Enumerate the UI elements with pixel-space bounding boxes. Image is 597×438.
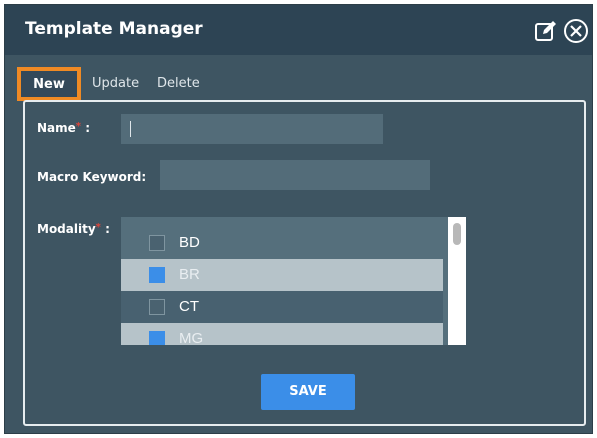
checkbox[interactable] [149,267,165,283]
window-title: Template Manager [25,19,203,39]
modality-label-text: Modality [37,222,96,236]
name-label-text: Name [37,121,76,135]
modality-option-ct[interactable]: CT [121,291,443,323]
text-caret [130,121,131,137]
modality-label: Modality* : [37,222,110,236]
option-label: BD [179,234,200,251]
modality-option-mg[interactable]: MG [121,323,443,345]
scrollbar-thumb[interactable] [453,223,461,245]
listbox-scrollbar[interactable] [448,217,466,345]
close-icon[interactable] [563,18,589,44]
tab-update[interactable]: Update [92,67,139,101]
name-colon: : [85,121,91,135]
titlebar: Template Manager [5,5,592,55]
modality-colon: : [105,222,110,236]
edit-icon[interactable] [533,18,559,44]
name-field[interactable] [121,114,383,144]
save-button[interactable]: SAVE [261,374,355,410]
name-label: Name* : [37,121,90,135]
macro-keyword-field[interactable] [160,160,430,190]
option-label: MG [179,330,204,345]
required-marker: * [95,222,101,233]
required-marker: * [75,121,82,132]
checkbox[interactable] [149,331,165,345]
tab-delete[interactable]: Delete [157,67,200,101]
modality-option-bd[interactable]: BD [121,227,443,259]
form-panel: Name* : Macro Keyword: Modality* : BD BR [23,100,586,426]
option-label: BR [179,266,200,283]
option-label: CT [179,298,199,315]
modality-option-br[interactable]: BR [121,259,443,291]
tab-new[interactable]: New [17,67,81,101]
checkbox[interactable] [149,235,165,251]
macro-keyword-label: Macro Keyword: [37,170,147,184]
modality-listbox[interactable]: BD BR CT MG [121,217,466,345]
template-manager-window: Template Manager New Update Delete Name*… [4,4,593,434]
checkbox[interactable] [149,299,165,315]
